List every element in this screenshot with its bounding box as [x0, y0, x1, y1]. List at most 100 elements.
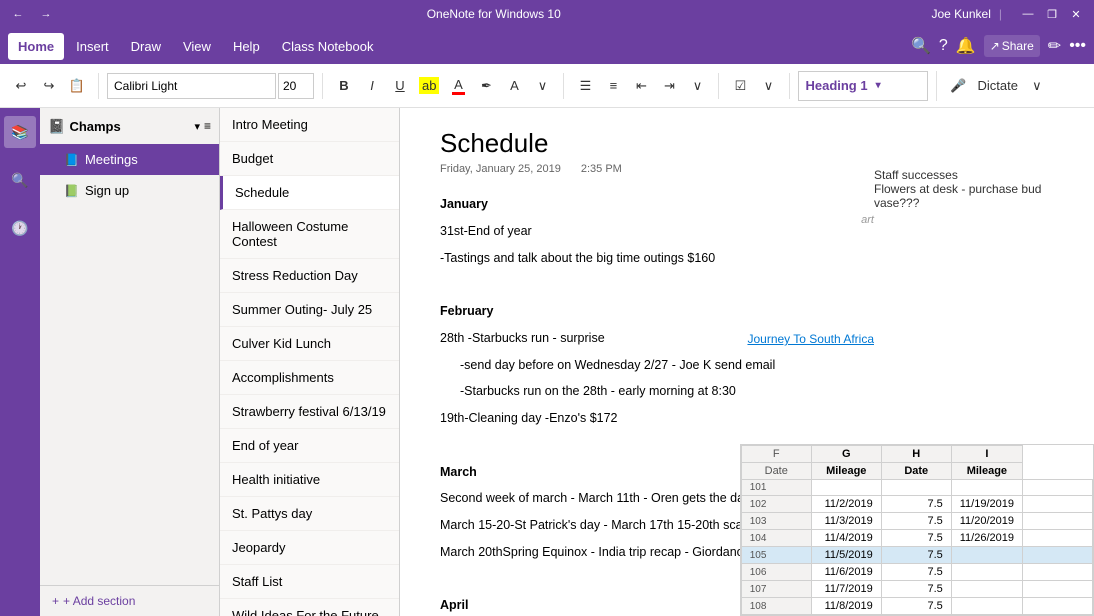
line-cleaning: 19th-Cleaning day -Enzo's $172: [440, 409, 1054, 428]
indent-increase-button[interactable]: ⇥: [656, 73, 682, 99]
menu-insert[interactable]: Insert: [66, 33, 119, 60]
notebook-item-meetings[interactable]: 📘 Meetings: [40, 144, 219, 175]
table-row[interactable]: 107 11/7/2019 7.5: [741, 581, 1092, 598]
table-col-g-header: G: [811, 446, 881, 463]
search-icon[interactable]: 🔍: [4, 164, 36, 196]
table-row[interactable]: 108 11/8/2019 7.5: [741, 598, 1092, 615]
table-row[interactable]: 106 11/6/2019 7.5: [741, 564, 1092, 581]
checkbox-button[interactable]: ☑: [727, 73, 753, 99]
nav-back-button[interactable]: ←: [8, 4, 28, 24]
table-row[interactable]: 102 11/2/2019 7.5 11/19/2019: [741, 496, 1092, 513]
italic-button[interactable]: I: [359, 73, 385, 99]
section-staff-list[interactable]: Staff List: [220, 565, 399, 599]
undo-button[interactable]: ↩: [8, 73, 34, 99]
add-section-button[interactable]: + + Add section: [40, 585, 219, 616]
row-mileage: 7.5: [881, 564, 951, 581]
filter-icon[interactable]: ≡: [204, 119, 211, 133]
row-date2: [951, 598, 1022, 615]
section-intro-meeting[interactable]: Intro Meeting: [220, 108, 399, 142]
section-accomplishments[interactable]: Accomplishments: [220, 361, 399, 395]
row-date2: [951, 581, 1022, 598]
section-halloween[interactable]: Halloween Costume Contest: [220, 210, 399, 259]
row-id: 104: [741, 530, 811, 547]
section-st-pattys[interactable]: St. Pattys day: [220, 497, 399, 531]
menu-view[interactable]: View: [173, 33, 221, 60]
dictate-button[interactable]: Dictate: [973, 73, 1021, 99]
table-row[interactable]: 103 11/3/2019 7.5 11/20/2019: [741, 513, 1092, 530]
row-mileage: 7.5: [881, 581, 951, 598]
indent-decrease-button[interactable]: ⇤: [628, 73, 654, 99]
line-tastings: -Tastings and talk about the big time ou…: [440, 249, 1054, 268]
section-jeopardy[interactable]: Jeopardy: [220, 531, 399, 565]
menu-home[interactable]: Home: [8, 33, 64, 60]
mileage-table: F G H I Date Mileage Date Mileage 101: [740, 444, 1094, 616]
font-color-button[interactable]: A: [445, 73, 471, 99]
menu-class-notebook[interactable]: Class Notebook: [272, 33, 384, 60]
restore-button[interactable]: ❐: [1042, 4, 1062, 24]
table-date2-label: Date: [881, 463, 951, 480]
row-date2: [951, 547, 1022, 564]
share-icon: ↗: [990, 39, 1000, 53]
main-layout: 📚 🔍 🕐 📓 Champs ▾ ≡ 📘 Meetings 📗 Sign up …: [0, 108, 1094, 616]
more-options-icon[interactable]: •••: [1069, 37, 1086, 55]
underline-button[interactable]: U: [387, 73, 413, 99]
highlight-button[interactable]: ab: [415, 73, 443, 99]
section-schedule[interactable]: Schedule: [220, 176, 399, 210]
row-id: 102: [741, 496, 811, 513]
share-button[interactable]: ↗ Share: [984, 35, 1040, 57]
section-culver[interactable]: Culver Kid Lunch: [220, 327, 399, 361]
edit-icon[interactable]: ✏: [1048, 36, 1061, 56]
journey-to-south-africa-link[interactable]: Journey To South Africa: [747, 332, 874, 346]
list-bullet-button[interactable]: ☰: [572, 73, 598, 99]
toolbar-font-group: [107, 73, 323, 99]
notebook-item-signup[interactable]: 📗 Sign up: [40, 175, 219, 206]
app-title: OneNote for Windows 10: [427, 7, 561, 21]
title-bar-right: Joe Kunkel | — ❐ ✕: [932, 4, 1087, 24]
more-list-dropdown[interactable]: ∨: [684, 73, 710, 99]
redo-button[interactable]: ↪: [36, 73, 62, 99]
nav-forward-button[interactable]: →: [36, 4, 56, 24]
menu-draw[interactable]: Draw: [121, 33, 171, 60]
month-february: February: [440, 304, 494, 318]
format2-button[interactable]: A: [501, 73, 527, 99]
section-summer[interactable]: Summer Outing- July 25: [220, 293, 399, 327]
format-dropdown[interactable]: ∨: [529, 73, 555, 99]
menu-bar: Home Insert Draw View Help Class Noteboo…: [0, 28, 1094, 64]
section-health[interactable]: Health initiative: [220, 463, 399, 497]
section-stress[interactable]: Stress Reduction Day: [220, 259, 399, 293]
table-row[interactable]: 104 11/4/2019 7.5 11/26/2019: [741, 530, 1092, 547]
row-mileage2: [1023, 496, 1093, 513]
font-name-input[interactable]: [107, 73, 276, 99]
recent-icon[interactable]: 🕐: [4, 212, 36, 244]
search-icon[interactable]: 🔍: [911, 36, 931, 56]
toolbar-list-group: ☰ ≡ ⇤ ⇥ ∨: [572, 73, 719, 99]
sections-panel: Intro Meeting Budget Schedule Halloween …: [220, 108, 400, 616]
notebook-header[interactable]: 📓 Champs ▾ ≡: [40, 108, 219, 144]
notebook-panel: 📓 Champs ▾ ≡ 📘 Meetings 📗 Sign up + + Ad…: [40, 108, 220, 616]
list-number-button[interactable]: ≡: [600, 73, 626, 99]
table-col-f-header: F: [741, 446, 811, 463]
dictate-dropdown[interactable]: ∨: [1024, 73, 1050, 99]
notebook-dropdown-icon[interactable]: ▾: [194, 120, 200, 133]
checkbox-dropdown[interactable]: ∨: [755, 73, 781, 99]
help-icon[interactable]: ?: [939, 37, 948, 55]
content-area[interactable]: Schedule Friday, January 25, 2019 2:35 P…: [400, 108, 1094, 616]
heading-select[interactable]: Heading 1 ▾: [798, 71, 928, 101]
notebooks-icon[interactable]: 📚: [4, 116, 36, 148]
format1-button[interactable]: ✒: [473, 73, 499, 99]
section-wild-ideas[interactable]: Wild Ideas For the Future: [220, 599, 399, 616]
minimize-button[interactable]: —: [1018, 4, 1038, 24]
section-end-of-year[interactable]: End of year: [220, 429, 399, 463]
table-row[interactable]: 105 11/5/2019 7.5: [741, 547, 1092, 564]
paste-button[interactable]: 📋: [64, 73, 90, 99]
notifications-icon[interactable]: 🔔: [956, 36, 976, 56]
section-strawberry[interactable]: Strawberry festival 6/13/19: [220, 395, 399, 429]
bold-button[interactable]: B: [331, 73, 357, 99]
menu-help[interactable]: Help: [223, 33, 270, 60]
close-button[interactable]: ✕: [1066, 4, 1086, 24]
table-row[interactable]: 101: [741, 480, 1092, 496]
row-date2: 11/20/2019: [951, 513, 1022, 530]
font-size-input[interactable]: [278, 73, 314, 99]
section-budget[interactable]: Budget: [220, 142, 399, 176]
notebook-icon: 📓: [48, 118, 65, 135]
